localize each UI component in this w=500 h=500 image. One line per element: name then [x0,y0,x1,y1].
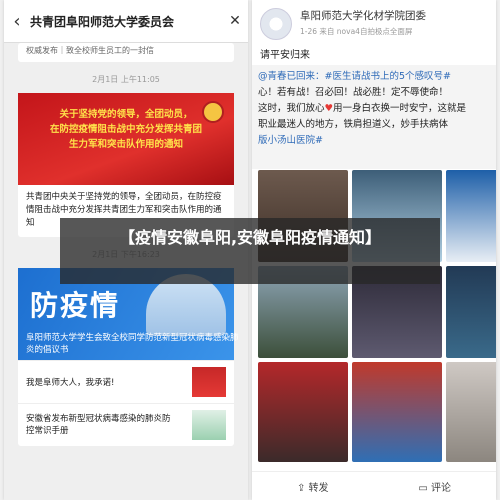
photo-thumbnail[interactable] [446,266,496,358]
post-text: 请平安归来 [260,50,310,61]
timestamp: 2月1日 上午11:05 [92,75,160,84]
article-card-red[interactable]: 关于坚持党的领导，全团动员， 在防控疫情阻击战中充分发挥共青团 生力军和突击队作… [18,93,234,237]
photo-thumbnail[interactable] [352,362,442,462]
back-arrow-icon[interactable]: ‹ [4,11,30,32]
banner-line: 生力军和突击队作用的通知 [68,139,183,150]
photo-grid [258,170,496,468]
share-button[interactable]: ⇪ 转发 [297,479,329,494]
avatar[interactable] [260,8,292,40]
list-item[interactable]: 安徽省发布新型冠状病毒感染的肺炎防控常识手册 [18,403,234,446]
overlay-title: 【疫情安徽阜阳,安徽阜阳疫情通知】 [60,218,440,284]
account-name[interactable]: 阜阳师范大学化材学院团委 [300,8,426,23]
banner-line: 在防控疫情阻击战中充分发挥共青团 [49,124,202,135]
thumbnail-image [192,410,226,440]
banner-heading: 防疫情 [30,289,121,322]
banner-caption: 阜阳师范大学学生会致全校同学防范新型冠状病毒感染肺炎的倡议书 [26,333,239,355]
hashtag-link[interactable]: #医生请战书上的5个感叹号# [325,71,451,82]
thumbnail-image [192,367,226,397]
article-card-top[interactable]: 权威发布｜致全校师生员工的一封信 [18,43,234,62]
comment-button[interactable]: ▭ 评论 [418,479,451,494]
red-banner: 关于坚持党的领导，全团动员， 在防控疫情阻击战中充分发挥共青团 生力军和突击队作… [18,93,234,185]
article-title: 权威发布｜致全校师生员工的一封信 [26,46,154,55]
heart-icon: ♥ [324,103,334,114]
post-meta: 1-26 来自 nova4自拍极点全面屏 [300,27,413,36]
page-title: 共青团阜阳师范大学委员会 [30,14,175,29]
quoted-post[interactable]: @青春已回来：#医生请战书上的5个感叹号# 心！若有战！召必回！战必胜！定不辱使… [252,65,496,169]
share-icon: ⇪ [296,482,306,494]
list-item[interactable]: 我是阜师大人，我承诺! [18,360,234,403]
hashtag-link[interactable]: 版小汤山医院# [258,133,490,149]
photo-thumbnail[interactable] [258,362,348,462]
photo-thumbnail[interactable] [446,170,496,262]
photo-thumbnail[interactable] [446,362,496,462]
league-emblem-icon [202,101,224,123]
wechat-header: ‹ 共青团阜阳师范大学委员会 ✕ [4,0,248,43]
article-card-blue[interactable]: 防疫情 阜阳师范大学学生会致全校同学防范新型冠状病毒感染肺炎的倡议书 我是阜师大… [18,268,239,446]
close-icon[interactable]: ✕ [222,13,248,29]
weibo-post-header: 阜阳师范大学化材学院团委 1-26 来自 nova4自拍极点全面屏 [252,0,496,42]
comment-icon: ▭ [418,482,428,494]
post-actions: ⇪ 转发 ▭ 评论 [252,471,496,500]
